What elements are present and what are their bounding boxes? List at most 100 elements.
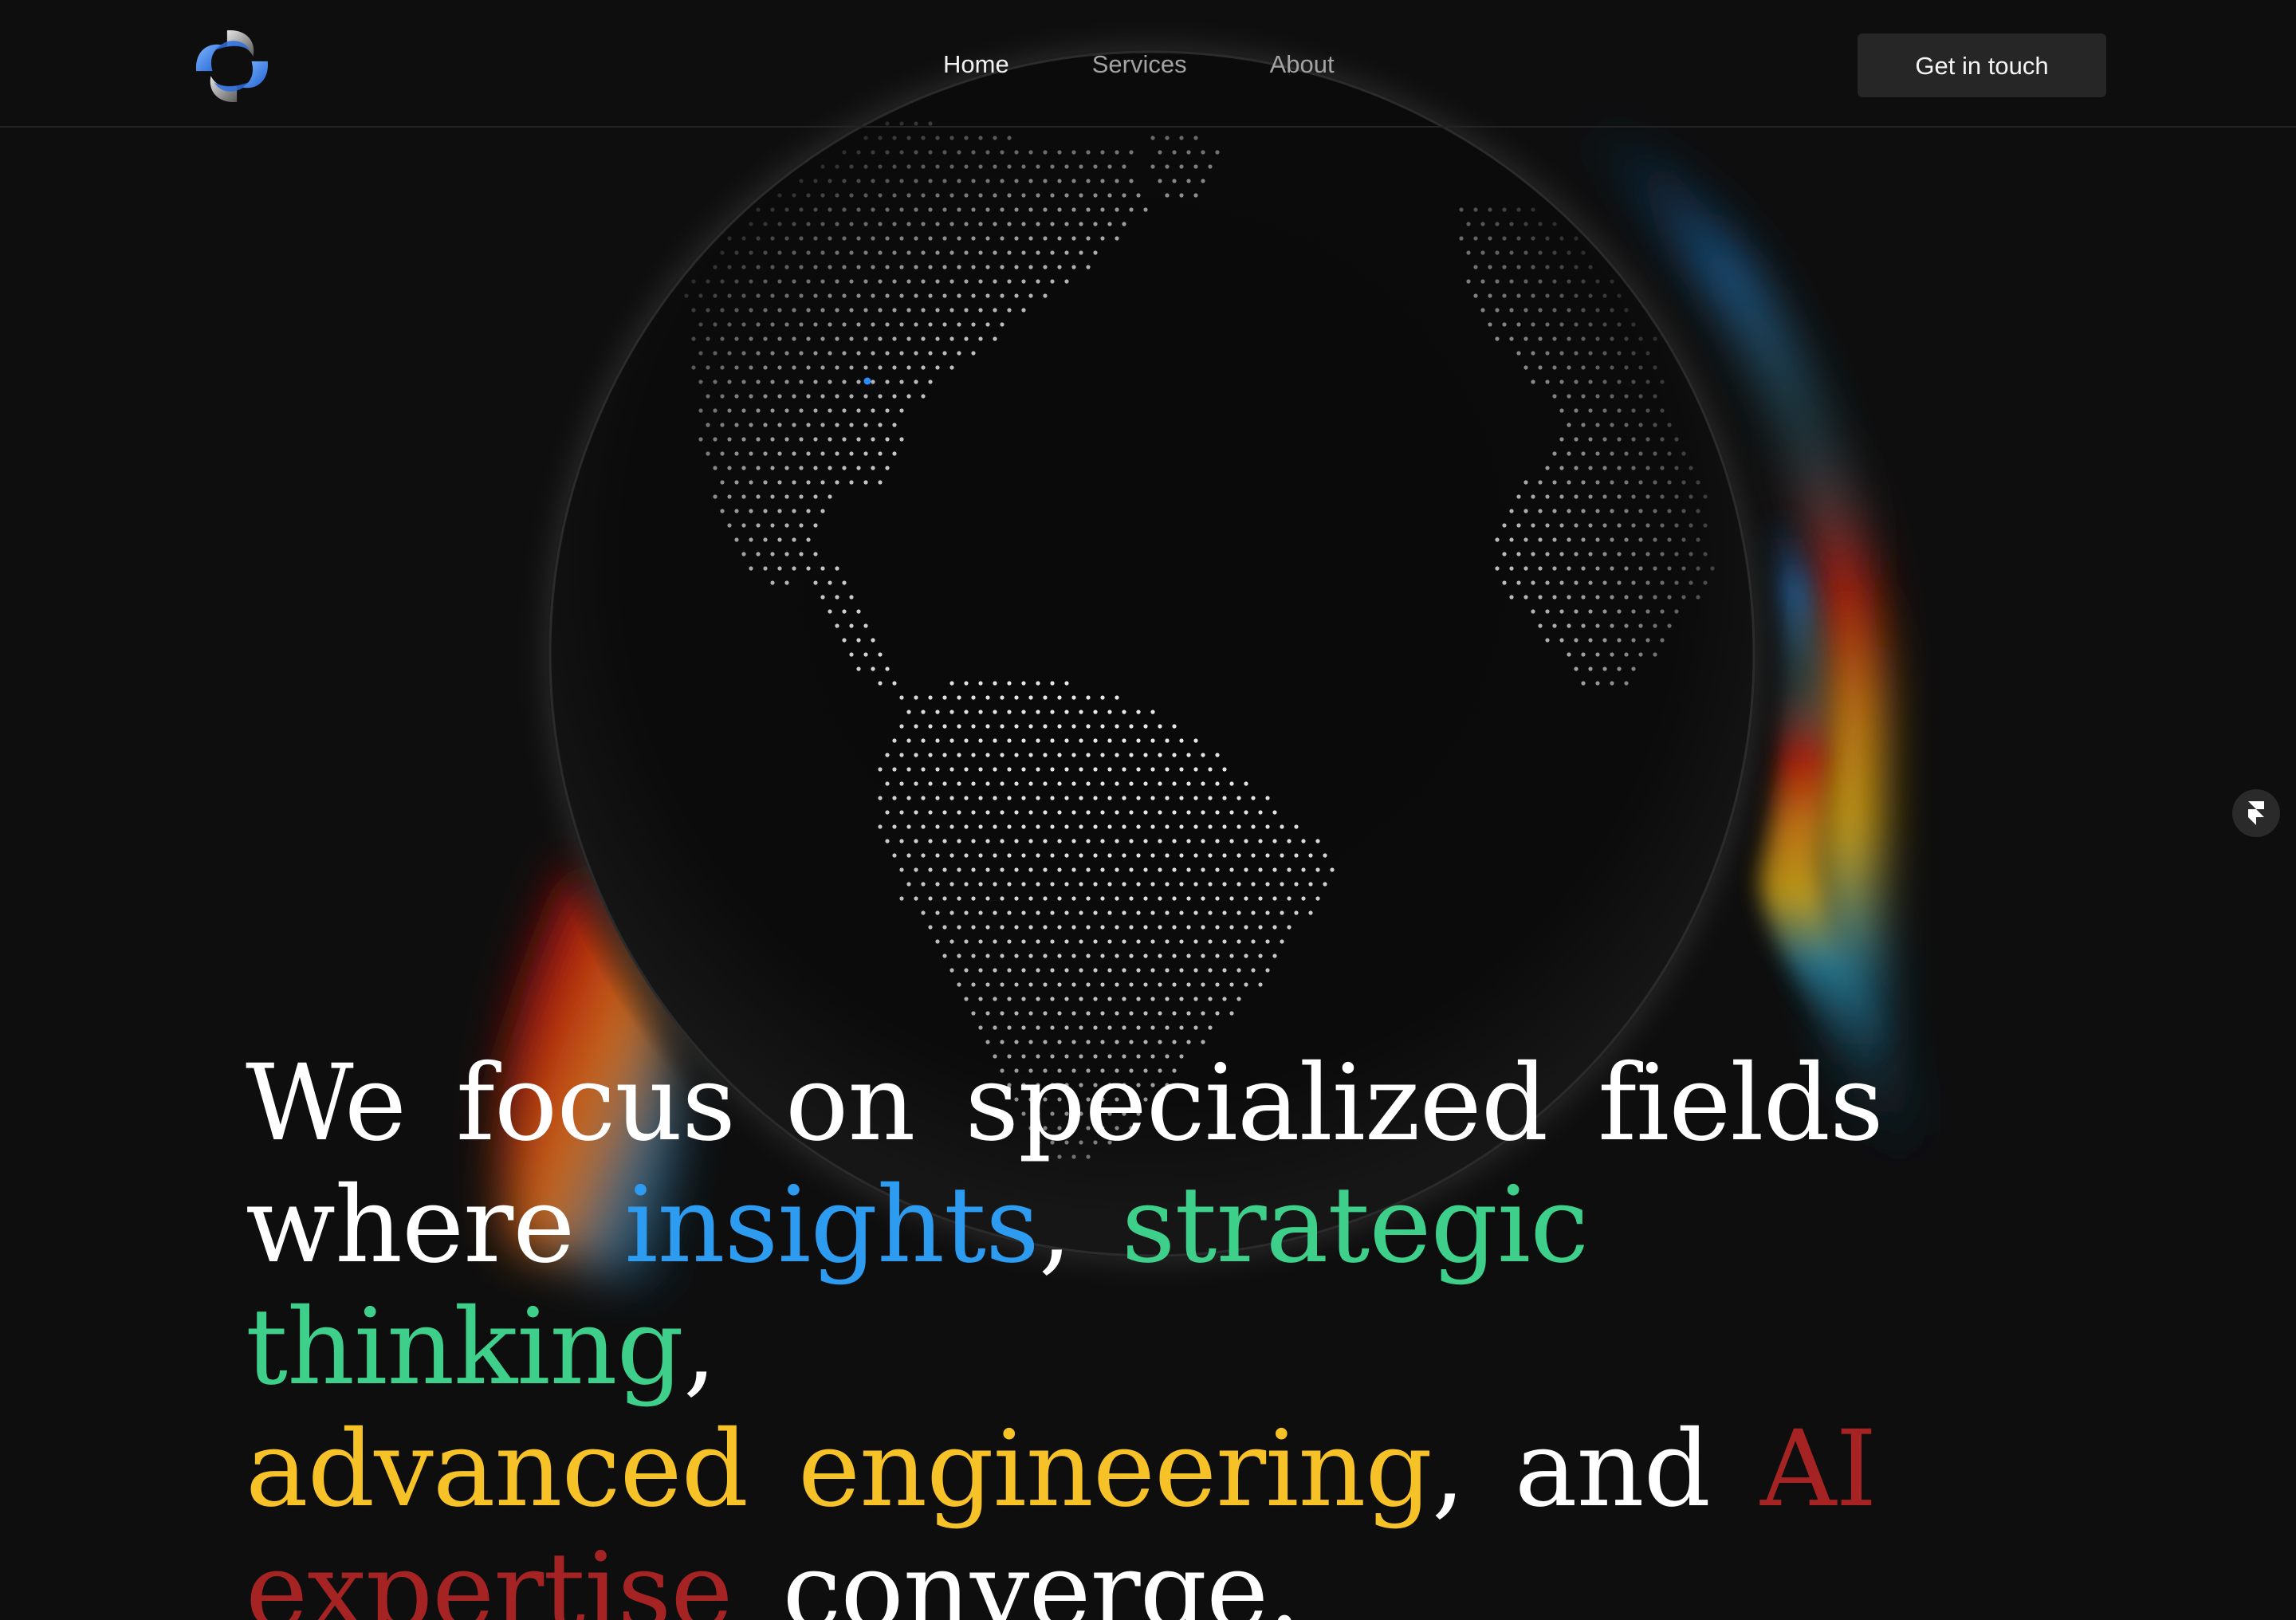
globe-dot [1574,494,1578,499]
globe-dot [1158,781,1162,786]
globe-dot [1552,480,1557,485]
nav-home[interactable]: Home [943,43,1009,86]
globe-dot [1574,638,1578,643]
globe-dot [1201,867,1205,872]
globe-dot [1150,997,1155,1001]
globe-dot [713,379,718,384]
globe-dot [828,179,832,183]
globe-dot [734,509,739,513]
globe-dot [914,753,918,757]
globe-dot [1653,336,1657,341]
globe-dot [1617,523,1622,528]
globe-dot [1523,250,1528,255]
globe-dot [1136,910,1141,915]
globe-dot [892,796,897,800]
globe-dot [813,179,818,183]
globe-dot [691,336,696,341]
framer-badge-button[interactable] [2232,789,2280,837]
get-in-touch-button[interactable]: Get in touch [1858,33,2106,97]
globe-dot [1100,781,1105,786]
globe-dot [1050,882,1055,887]
globe-dot [914,379,918,384]
globe-dot [935,193,940,198]
globe-dot [1158,753,1162,757]
globe-dot [1150,710,1155,714]
globe-dot [985,236,990,241]
globe-dot [806,566,811,571]
globe-dot [935,365,940,370]
globe-dot [993,1025,997,1030]
globe-dot [978,968,983,973]
globe-dot [1624,623,1629,628]
globe-dot [749,537,753,542]
globe-dot [1136,1025,1141,1030]
globe-dot [1567,623,1571,628]
globe-dot [770,437,775,442]
globe-dot [871,207,875,212]
globe-dot [1638,423,1643,427]
globe-dot [1193,853,1198,858]
globe-dot [720,279,725,284]
globe-dot [942,695,947,700]
globe-dot [1143,982,1148,987]
globe-dot [1280,824,1284,829]
globe-dot [1050,824,1055,829]
globe-dot [1208,164,1213,169]
globe-dot [928,867,933,872]
globe-dot [1516,351,1521,356]
globe-dot [942,265,947,269]
globe-dot [1007,222,1012,226]
globe-dot [1057,753,1062,757]
globe-dot [914,179,918,183]
globe-dot [906,853,911,858]
globe-dot [784,379,789,384]
globe-dot [863,136,868,140]
globe-dot [1064,710,1069,714]
globe-dot [1165,910,1170,915]
globe-dot [971,810,976,815]
globe-dot [1610,279,1614,284]
globe-dot [1043,896,1048,901]
globe-dot [993,796,997,800]
globe-dot [1057,695,1062,700]
globe-dot [914,265,918,269]
globe-dot [942,954,947,958]
globe-dot [849,451,854,456]
globe-dot [1516,236,1521,241]
globe-dot [1631,437,1636,442]
globe-dot [1531,236,1535,241]
globe-dot [942,896,947,901]
globe-dot [741,322,746,327]
globe-dot [914,781,918,786]
swirl-logo-icon[interactable] [191,26,273,107]
globe-dot [1050,997,1055,1001]
globe-dot [1079,796,1083,800]
globe-dot [720,451,725,456]
globe-dot [993,164,997,169]
globe-dot [914,351,918,356]
globe-dot [878,767,883,772]
globe-dot [863,652,868,657]
nav-services[interactable]: Services [1092,43,1187,86]
globe-dot [1265,939,1270,944]
globe-dot [806,279,811,284]
globe-dot [1136,939,1141,944]
globe-dot [1057,810,1062,815]
globe-dot [1280,882,1284,887]
globe-dot [978,939,983,944]
globe-dot [1122,1025,1126,1030]
globe-dot [1516,322,1521,327]
globe-dot [1115,896,1119,901]
globe-dot [777,308,782,313]
globe-dot [899,150,904,155]
globe-dot [1581,365,1586,370]
globe-dot [1473,293,1478,298]
globe-dot [784,580,789,585]
globe-dot [1574,265,1578,269]
globe-dot [756,552,761,556]
globe-dot [1703,494,1708,499]
globe-dot [1079,738,1083,743]
globe-dot [1100,695,1105,700]
globe-dot [1624,336,1629,341]
nav-about[interactable]: About [1270,43,1335,86]
